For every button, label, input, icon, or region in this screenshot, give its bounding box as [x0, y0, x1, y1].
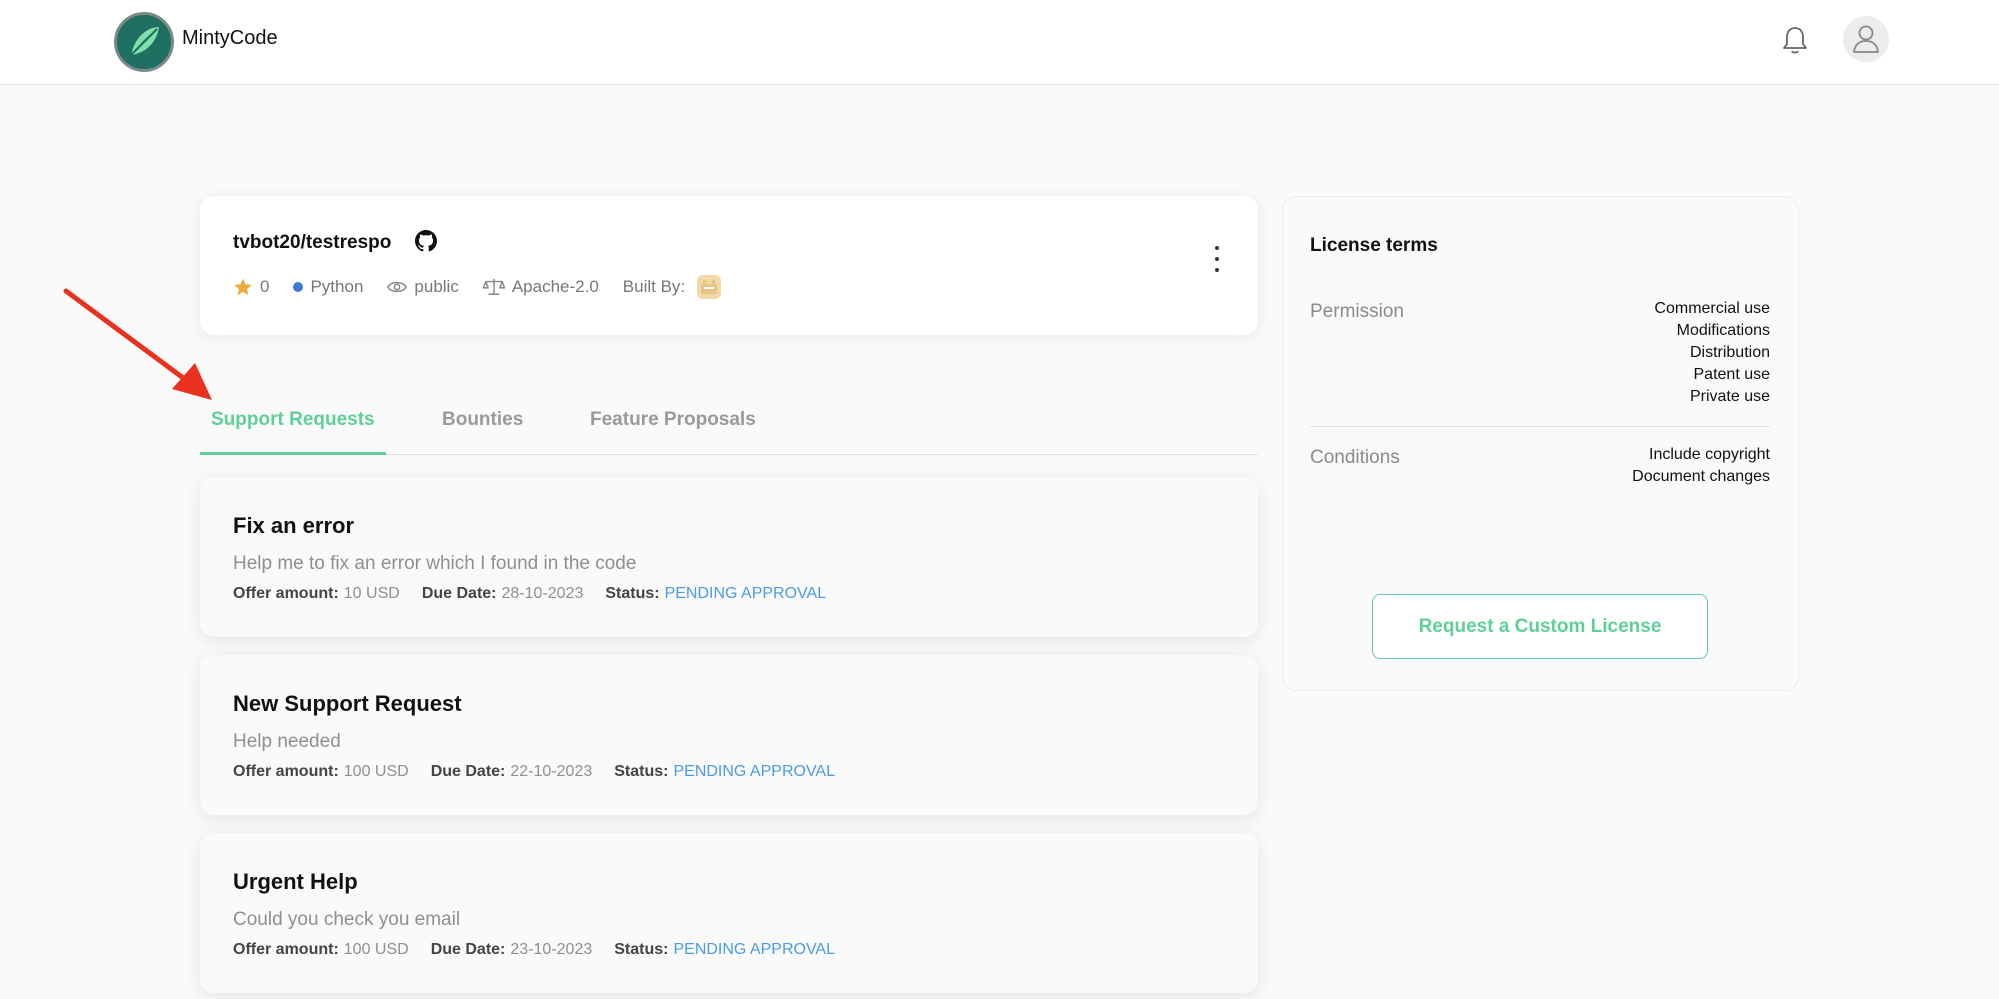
request-title: Fix an error	[233, 513, 355, 538]
builder-badge-icon[interactable]	[697, 275, 722, 299]
conditions-list: Include copyright Document changes	[1632, 444, 1770, 488]
request-meta: Offer amount: 10 USD Due Date: 28-10-202…	[233, 585, 826, 603]
support-request-card[interactable]: New Support Request Help needed Offer am…	[200, 655, 1258, 815]
built-by-label: Built By:	[622, 277, 686, 296]
license-title: License terms	[1310, 235, 1438, 256]
annotation-arrow-icon	[60, 285, 220, 410]
status-badge: PENDING APPROVAL	[673, 763, 835, 780]
request-description: Could you check you email	[233, 909, 461, 930]
repo-card: tvbot20/testrespo 0 Python public Apache…	[200, 196, 1258, 335]
offer-label: Offer amount:	[233, 941, 339, 958]
star-count: 0	[260, 277, 270, 296]
request-tabs: Support Requests Bounties Feature Propos…	[200, 395, 1258, 455]
due-date: 22-10-2023	[510, 763, 593, 780]
offer-amount: 100 USD	[343, 941, 409, 958]
repo-name[interactable]: tvbot20/testrespo	[233, 232, 391, 254]
request-title: New Support Request	[233, 691, 462, 716]
more-options-icon[interactable]	[1212, 246, 1222, 272]
tab-feature-proposals[interactable]: Feature Proposals	[579, 409, 767, 455]
license-terms-panel: License terms Permission Commercial use …	[1282, 196, 1799, 691]
permission-item: Private use	[1689, 388, 1770, 405]
offer-label: Offer amount:	[233, 763, 339, 780]
status-badge: PENDING APPROVAL	[664, 585, 827, 602]
brand-name[interactable]: MintyCode	[182, 27, 278, 50]
scale-icon	[482, 277, 505, 297]
status-label: Status:	[614, 941, 669, 958]
condition-item: Document changes	[1632, 468, 1770, 485]
github-icon[interactable]	[415, 230, 437, 257]
permission-list: Commercial use Modifications Distributio…	[1654, 298, 1770, 408]
repo-license: Apache-2.0	[511, 277, 599, 296]
repo-meta: 0 Python public Apache-2.0 Built By:	[233, 275, 745, 299]
status-label: Status:	[614, 763, 669, 780]
star-icon	[233, 277, 253, 297]
mintycode-logo[interactable]	[114, 12, 174, 72]
notification-bell-icon[interactable]	[1780, 24, 1810, 56]
tab-support-requests[interactable]: Support Requests	[200, 409, 386, 455]
status-label: Status:	[605, 585, 660, 602]
request-title: Urgent Help	[233, 869, 358, 894]
tab-bounties[interactable]: Bounties	[431, 409, 534, 455]
eye-icon	[387, 279, 408, 295]
offer-amount: 100 USD	[343, 763, 409, 780]
permission-item: Patent use	[1693, 366, 1771, 383]
user-avatar[interactable]	[1843, 16, 1889, 62]
request-description: Help me to fix an error which I found in…	[233, 553, 637, 574]
due-label: Due Date:	[430, 763, 506, 780]
due-date: 28-10-2023	[501, 585, 584, 602]
due-date: 23-10-2023	[510, 941, 593, 958]
request-meta: Offer amount: 100 USD Due Date: 22-10-20…	[233, 763, 835, 781]
repo-language: Python	[310, 277, 364, 296]
due-label: Due Date:	[430, 941, 506, 958]
permission-item: Modifications	[1676, 322, 1770, 339]
request-meta: Offer amount: 100 USD Due Date: 23-10-20…	[233, 941, 835, 959]
request-description: Help needed	[233, 731, 341, 752]
permission-label: Permission	[1310, 301, 1404, 322]
permission-item: Commercial use	[1654, 300, 1770, 317]
support-request-card[interactable]: Fix an error Help me to fix an error whi…	[200, 477, 1258, 637]
repo-visibility: public	[414, 277, 459, 296]
support-request-card[interactable]: Urgent Help Could you check you email Of…	[200, 833, 1258, 993]
language-dot-icon	[293, 282, 304, 292]
condition-item: Include copyright	[1649, 446, 1770, 463]
permission-item: Distribution	[1689, 344, 1770, 361]
offer-amount: 10 USD	[343, 585, 400, 602]
request-custom-license-button[interactable]: Request a Custom License	[1372, 594, 1708, 659]
offer-label: Offer amount:	[233, 585, 339, 602]
due-label: Due Date:	[421, 585, 497, 602]
divider	[1310, 426, 1770, 427]
conditions-label: Conditions	[1310, 447, 1400, 468]
status-badge: PENDING APPROVAL	[673, 941, 835, 958]
top-navbar: MintyCode	[0, 0, 1999, 85]
